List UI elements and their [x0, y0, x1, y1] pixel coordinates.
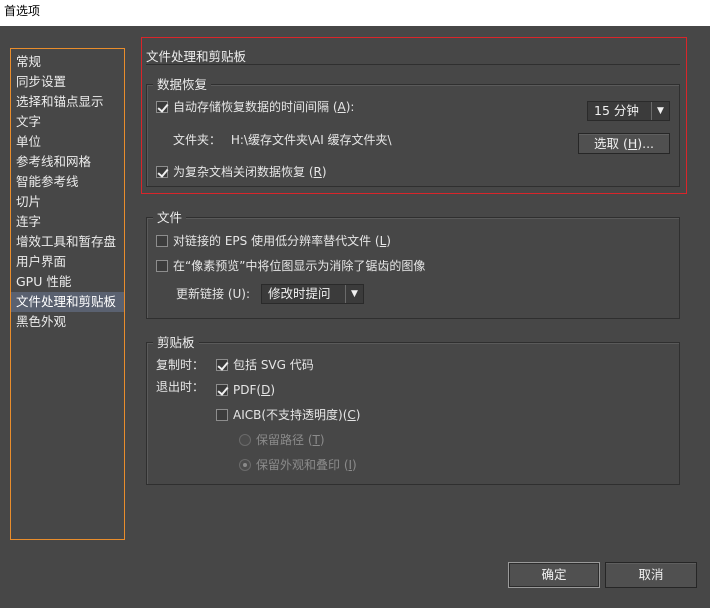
autosave-interval-value: 15 分钟	[594, 103, 639, 118]
pdf-checkbox[interactable]	[216, 384, 228, 396]
quit-label: 退出时：	[156, 380, 205, 394]
sidebar-item-gpu-performance[interactable]: GPU 性能	[11, 272, 124, 292]
sidebar-item-hyphenation[interactable]: 连字	[11, 212, 124, 232]
page-title: 文件处理和剪贴板	[146, 49, 247, 64]
include-svg-checkbox[interactable]	[216, 359, 228, 371]
data-recovery-title: 数据恢复	[153, 77, 212, 93]
chevron-down-icon: ▼	[651, 102, 669, 120]
autosave-checkbox-row[interactable]: 自动存储恢复数据的时间间隔 (A):	[156, 98, 354, 116]
antialias-checkbox[interactable]	[156, 260, 168, 272]
copy-label-row: 复制时：	[156, 356, 204, 374]
sidebar-item-user-interface[interactable]: 用户界面	[11, 252, 124, 272]
sidebar-item-selection-anchor[interactable]: 选择和锚点显示	[11, 92, 124, 112]
preserve-paths-radio-row[interactable]: 保留路径 (T)	[239, 431, 325, 449]
sidebar-item-type[interactable]: 文字	[11, 112, 124, 132]
aicb-label: AICB(不支持透明度)(C)	[233, 408, 361, 422]
lowres-eps-checkbox[interactable]	[156, 235, 168, 247]
lowres-eps-label: 对链接的 EPS 使用低分辨率替代文件 (L)	[173, 234, 391, 248]
complex-docs-checkbox-row[interactable]: 为复杂文档关闭数据恢复 (R)	[156, 163, 327, 181]
sidebar-item-appearance-of-black[interactable]: 黑色外观	[11, 312, 124, 332]
ok-button[interactable]: 确定	[508, 562, 600, 588]
preserve-paths-radio[interactable]	[239, 434, 251, 446]
folder-label: 文件夹：	[173, 133, 222, 147]
complex-docs-label: 为复杂文档关闭数据恢复 (R)	[173, 165, 327, 179]
chevron-down-icon: ▼	[345, 285, 363, 303]
preserve-paths-label: 保留路径 (T)	[256, 433, 325, 447]
autosave-interval-select[interactable]: 15 分钟 ▼	[587, 101, 670, 121]
update-links-row: 更新链接 (U):	[176, 285, 250, 303]
sidebar-item-file-handling-clipboard[interactable]: 文件处理和剪贴板	[11, 292, 124, 312]
preserve-appearance-radio-row[interactable]: 保留外观和叠印 (I)	[239, 456, 357, 474]
section-divider	[146, 64, 680, 65]
choose-folder-button[interactable]: 选取 (H)...	[578, 133, 670, 154]
include-svg-label: 包括 SVG 代码	[233, 358, 314, 372]
window-title: 首选项	[0, 0, 710, 26]
aicb-checkbox[interactable]	[216, 409, 228, 421]
sidebar-item-sync-settings[interactable]: 同步设置	[11, 72, 124, 92]
preferences-sidebar: 常规 同步设置 选择和锚点显示 文字 单位 参考线和网格 智能参考线 切片 连字…	[10, 48, 125, 540]
copy-label: 复制时：	[156, 358, 205, 372]
complex-docs-checkbox[interactable]	[156, 166, 168, 178]
preserve-appearance-radio[interactable]	[239, 459, 251, 471]
sidebar-item-general[interactable]: 常规	[11, 52, 124, 72]
autosave-label: 自动存储恢复数据的时间间隔 (A):	[173, 100, 355, 114]
antialias-checkbox-row[interactable]: 在“像素预览”中将位图显示为消除了锯齿的图像	[156, 257, 425, 275]
folder-row: 文件夹： H:\缓存文件夹\AI 缓存文件夹\	[173, 131, 392, 149]
cancel-button[interactable]: 取消	[605, 562, 697, 588]
clipboard-title: 剪贴板	[153, 335, 199, 351]
sidebar-item-smart-guides[interactable]: 智能参考线	[11, 172, 124, 192]
pdf-label: PDF(D)	[233, 383, 275, 397]
autosave-checkbox[interactable]	[156, 101, 168, 113]
sidebar-item-plugins-scratch[interactable]: 增效工具和暂存盘	[11, 232, 124, 252]
sidebar-item-guides-grid[interactable]: 参考线和网格	[11, 152, 124, 172]
files-title: 文件	[153, 210, 187, 226]
include-svg-checkbox-row[interactable]: 包括 SVG 代码	[216, 356, 314, 374]
lowres-eps-checkbox-row[interactable]: 对链接的 EPS 使用低分辨率替代文件 (L)	[156, 232, 391, 250]
quit-label-row: 退出时：	[156, 378, 204, 396]
update-links-select[interactable]: 修改时提问 ▼	[261, 284, 364, 304]
pdf-checkbox-row[interactable]: PDF(D)	[216, 381, 275, 399]
sidebar-item-slices[interactable]: 切片	[11, 192, 124, 212]
sidebar-item-units[interactable]: 单位	[11, 132, 124, 152]
update-links-value: 修改时提问	[268, 286, 331, 301]
preserve-appearance-label: 保留外观和叠印 (I)	[256, 458, 357, 472]
update-links-label: 更新链接 (U):	[176, 287, 251, 301]
folder-path: H:\缓存文件夹\AI 缓存文件夹\	[230, 133, 392, 147]
aicb-checkbox-row[interactable]: AICB(不支持透明度)(C)	[216, 406, 360, 424]
antialias-label: 在“像素预览”中将位图显示为消除了锯齿的图像	[173, 259, 426, 273]
